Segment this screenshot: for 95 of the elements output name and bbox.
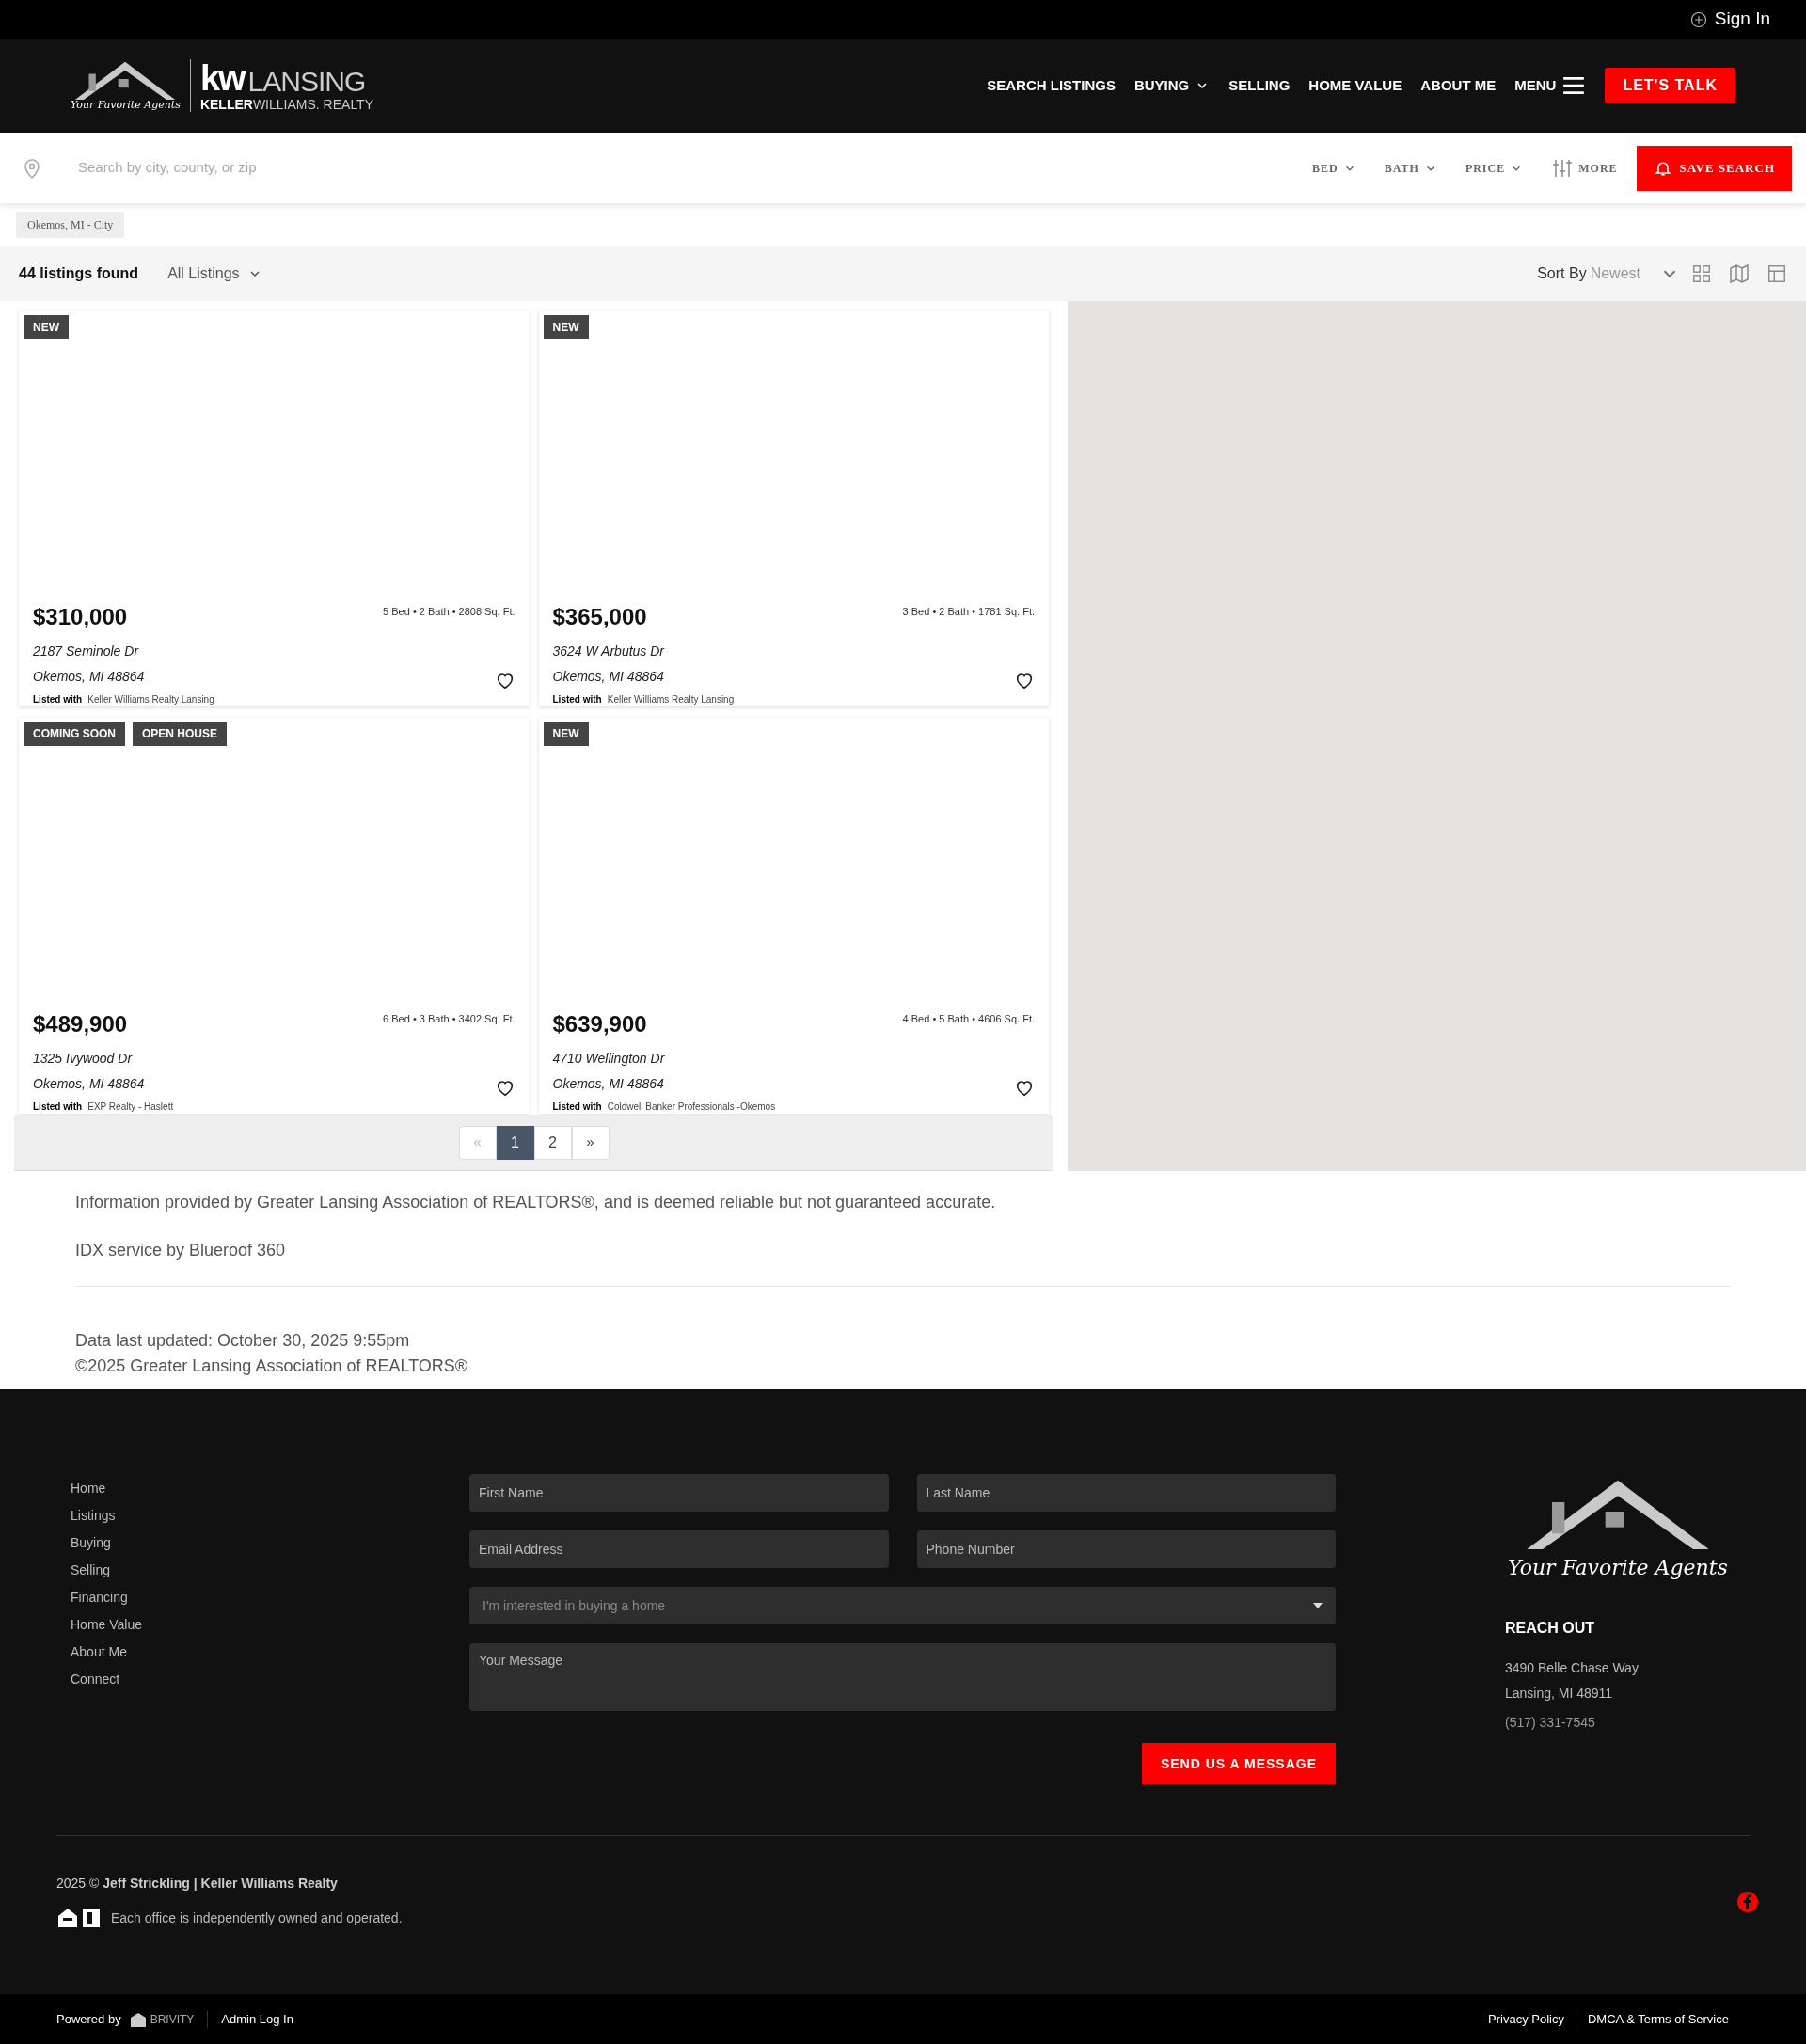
broker-name: Coldwell Banker Professionals -Okemos <box>607 1100 776 1114</box>
listing-city: Okemos, MI 48864 <box>33 668 145 686</box>
location-chip[interactable]: Okemos, MI - City <box>16 212 125 238</box>
footer-link[interactable]: Selling <box>71 1561 469 1578</box>
filter-dropdown[interactable]: PRICE <box>1465 159 1524 177</box>
listing-city: Okemos, MI 48864 <box>33 1074 145 1093</box>
disclaimer-text: Information provided by Greater Lansing Association of REALTORS®, and is deemed reliable but not guaranteed accurate. <box>75 1192 997 1213</box>
listing-address: 2187 Seminole Dr <box>33 642 140 660</box>
footer-link[interactable]: Buying <box>71 1534 469 1551</box>
footer-link[interactable]: Home Value <box>71 1616 469 1633</box>
copyright-text: ©2025 Greater Lansing Association of REALTORS® <box>75 1355 469 1377</box>
footer-link[interactable]: Financing <box>71 1589 469 1606</box>
caret-down-icon <box>1313 1603 1323 1608</box>
sort-label: Sort By <box>1537 264 1587 283</box>
listing-specs: 4 Bed • 5 Bath • 4606 Sq. Ft. <box>902 1011 1035 1026</box>
office-disclaimer: Each office is independently owned and operated. <box>111 1909 403 1927</box>
listing-price: $489,900 <box>33 1009 128 1038</box>
grid-view-icon[interactable] <box>1691 263 1712 284</box>
listing-badge: NEW <box>543 721 589 746</box>
listing-city: Okemos, MI 48864 <box>552 1074 664 1093</box>
listing-count: 44 listings found <box>19 262 151 285</box>
listing-card[interactable]: NEW $310,000 5 Bed • 2 Bath • 2808 Sq. Ft. 2187 Seminole Dr Okemos, MI 48864 Listed with Keller Williams Realty Lansing <box>19 310 530 706</box>
facebook-icon[interactable] <box>1736 1890 1759 1913</box>
powered-by-text: Powered by <box>56 2010 121 2028</box>
footer-link[interactable]: Listings <box>71 1507 469 1524</box>
page-button[interactable]: 2 <box>533 1125 572 1160</box>
listing-address: 4710 Wellington Dr <box>552 1049 666 1068</box>
footer-logo-script: Your Favorite Agents <box>1508 1555 1728 1582</box>
listing-type-dropdown[interactable]: All Listings <box>167 262 262 285</box>
broker-name: EXP Realty - Haslett <box>87 1100 174 1114</box>
nav-link[interactable]: MENU <box>1514 73 1587 98</box>
split-view-icon[interactable] <box>1766 263 1787 284</box>
nav-link[interactable]: ABOUT ME <box>1420 74 1497 97</box>
disclaimer-text: IDX service by Blueroof 360 <box>75 1240 287 1261</box>
listing-price: $365,000 <box>552 603 647 631</box>
listing-card[interactable]: NEW $365,000 3 Bed • 2 Bath • 1781 Sq. Ft. 3624 W Arbutus Dr Okemos, MI 48864 Listed with Keller Williams Realty Lansing <box>538 310 1049 706</box>
data-updated-text: Data last updated: October 30, 2025 9:55pm <box>75 1330 411 1352</box>
save-search-button[interactable]: SAVE SEARCH <box>1636 145 1792 191</box>
filter-dropdown[interactable]: MORE <box>1551 156 1618 180</box>
search-field[interactable]: Search by city, county, or zip <box>78 157 1313 179</box>
nav-link[interactable]: SEARCH LISTINGS <box>987 74 1116 97</box>
address-line: Lansing, MI 48911 <box>1505 1685 1614 1703</box>
listing-badge: COMING SOON <box>24 721 125 746</box>
logo-kw: kw <box>199 60 245 96</box>
listing-specs: 3 Bed • 2 Bath • 1781 Sq. Ft. <box>902 605 1035 619</box>
map-view-icon[interactable] <box>1728 262 1751 285</box>
listing-card[interactable]: COMING SOON OPEN HOUSE $489,900 6 Bed • 3 Bath • 3402 Sq. Ft. 1325 Ivywood Dr Okemos, MI 48864 Listed with EXP Realty - Haslett <box>19 717 530 1114</box>
form-field[interactable]: Email Address <box>469 1530 889 1568</box>
sign-in-link[interactable]: Sign In <box>1689 6 1770 33</box>
legal-link[interactable]: Privacy Policy <box>1477 2009 1576 2029</box>
form-field[interactable]: Last Name <box>916 1474 1336 1512</box>
listing-card[interactable]: NEW $639,900 4 Bed • 5 Bath • 4606 Sq. Ft. 4710 Wellington Dr Okemos, MI 48864 Listed with Coldwell Banker Professionals -Okemos <box>538 717 1049 1114</box>
send-message-button[interactable]: SEND US A MESSAGE <box>1141 1743 1336 1784</box>
footer-copyright: 2025 © Jeff Strickling | Keller Williams Realty <box>56 1875 339 1893</box>
broker-name: Keller Williams Realty Lansing <box>87 693 214 706</box>
nav-link[interactable]: HOME VALUE <box>1308 74 1402 97</box>
listed-with-label: Listed with <box>33 693 83 706</box>
listing-address: 3624 W Arbutus Dr <box>552 642 666 660</box>
listing-city: Okemos, MI 48864 <box>552 668 664 686</box>
lets-talk-button[interactable]: LET'S TALK <box>1605 68 1735 103</box>
message-field[interactable]: Your Message <box>469 1643 1336 1711</box>
filter-dropdown[interactable]: BATH <box>1384 159 1437 177</box>
logo-script: Your Favorite Agents <box>71 97 181 113</box>
form-field[interactable]: First Name <box>469 1474 889 1512</box>
footer-link[interactable]: Home <box>71 1480 469 1497</box>
logo-brand: KELLERWILLIAMS. REALTY <box>199 98 373 111</box>
listed-with-label: Listed with <box>33 1100 83 1114</box>
listed-with-label: Listed with <box>552 1100 602 1114</box>
plus-circle-icon <box>1689 10 1707 28</box>
broker-name: Keller Williams Realty Lansing <box>607 693 735 706</box>
listing-price: $310,000 <box>33 603 128 631</box>
address-line: 3490 Belle Chase Way <box>1505 1659 1640 1678</box>
reach-out-heading: REACH OUT <box>1505 1619 1596 1639</box>
form-field[interactable]: Phone Number <box>916 1530 1336 1568</box>
next-page-button[interactable]: » <box>571 1125 610 1160</box>
listing-badge: OPEN HOUSE <box>133 721 228 746</box>
listing-specs: 6 Bed • 3 Bath • 3402 Sq. Ft. <box>383 1011 515 1026</box>
admin-login-link[interactable]: Admin Log In <box>221 2009 293 2029</box>
nav-link[interactable]: SELLING <box>1228 74 1291 97</box>
phone-number[interactable]: (517) 331-7545 <box>1505 1713 1750 1734</box>
listing-address: 1325 Ivywood Dr <box>33 1049 134 1068</box>
logo-city: LANSING <box>247 68 366 96</box>
footer-link[interactable]: About Me <box>71 1643 469 1660</box>
listing-price: $639,900 <box>552 1009 647 1038</box>
listed-with-label: Listed with <box>552 693 602 706</box>
nav-link[interactable]: BUYING <box>1133 74 1211 97</box>
interest-select[interactable]: I'm interested in buying a home <box>469 1587 1336 1624</box>
brivity-logo[interactable]: BRIVITY <box>128 2010 209 2028</box>
footer-link[interactable]: Connect <box>71 1671 469 1687</box>
filter-dropdown[interactable]: BED <box>1312 159 1356 177</box>
listing-specs: 5 Bed • 2 Bath • 2808 Sq. Ft. <box>383 605 515 619</box>
page-button[interactable]: 1 <box>496 1125 534 1160</box>
legal-link[interactable]: DMCA & Terms of Service <box>1575 2009 1740 2029</box>
listing-badge: NEW <box>24 315 69 339</box>
listing-badge: NEW <box>543 315 589 339</box>
